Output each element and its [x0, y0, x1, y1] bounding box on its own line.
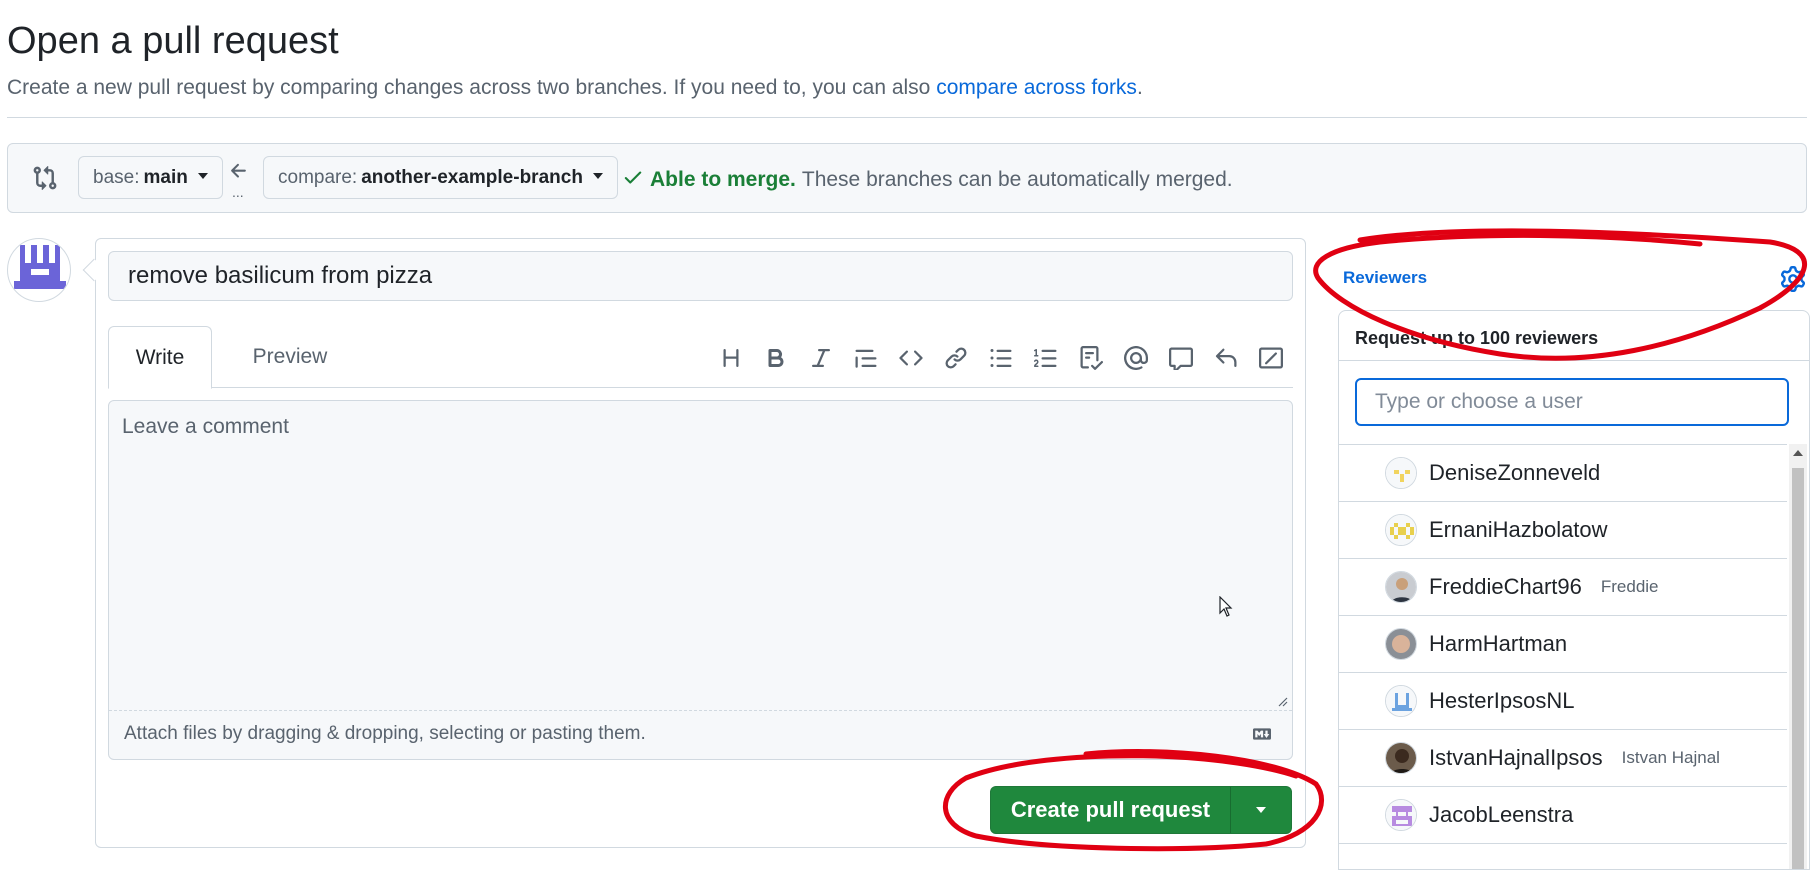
reviewer-login: IstvanHajnalIpsos	[1429, 745, 1603, 770]
heading-icon[interactable]	[708, 340, 753, 376]
reviewer-login: ErnaniHazbolatow	[1429, 517, 1608, 542]
gear-icon[interactable]	[1780, 266, 1806, 297]
merge-text: These branches can be automatically merg…	[801, 168, 1233, 191]
list-item[interactable]: FreddieChart96 Freddie	[1339, 559, 1787, 616]
avatar	[1385, 799, 1417, 831]
avatar	[1385, 742, 1417, 774]
reviewer-list-scrollbar[interactable]	[1789, 444, 1807, 869]
list-item[interactable]: HesterIpsosNL	[1339, 673, 1787, 730]
reviewer-login: DeniseZonneveld	[1429, 460, 1601, 485]
base-branch-select[interactable]: base: main	[78, 156, 223, 199]
base-value: main	[143, 166, 188, 188]
avatar	[1385, 628, 1417, 660]
list-item[interactable]: ErnaniHazbolatow	[1339, 502, 1787, 559]
reviewer-full-name: Freddie	[1600, 577, 1659, 596]
list-item[interactable]: IstvanHajnalIpsos Istvan Hajnal	[1339, 730, 1787, 787]
list-item[interactable]: DeniseZonneveld	[1339, 445, 1787, 502]
reviewer-full-name: Istvan Hajnal	[1621, 748, 1720, 767]
avatar	[1385, 514, 1417, 546]
divider	[7, 117, 1807, 118]
compare-branch-select[interactable]: compare: another-example-branch	[263, 156, 618, 199]
chevron-down-icon	[592, 172, 603, 179]
comment-box: Attach files by dragging & dropping, sel…	[108, 400, 1293, 760]
bold-icon[interactable]	[753, 340, 798, 376]
reference-icon[interactable]	[1158, 340, 1203, 376]
arrow-left-icon	[228, 160, 250, 187]
mouse-cursor-icon	[1219, 595, 1233, 623]
reviewer-search-input[interactable]	[1355, 378, 1789, 426]
reviewer-login: FreddieChart96	[1429, 574, 1582, 599]
editor-tabs: Write Preview	[108, 326, 1293, 389]
page-title: Open a pull request	[7, 20, 339, 62]
merge-ok-text: Able to merge.	[650, 168, 796, 191]
code-icon[interactable]	[888, 340, 933, 376]
reply-icon[interactable]	[1203, 340, 1248, 376]
pr-title-input[interactable]	[108, 251, 1293, 301]
tab-write[interactable]: Write	[108, 326, 212, 389]
compare-bar: base: main ... compare: another-example-…	[7, 143, 1807, 213]
reviewers-panel-header: Request up to 100 reviewers	[1339, 311, 1809, 361]
comment-textarea[interactable]	[109, 401, 1292, 711]
slash-command-icon[interactable]	[1248, 340, 1293, 376]
subtitle-suffix: .	[1136, 76, 1143, 99]
compare-value: another-example-branch	[361, 166, 583, 188]
scroll-up-icon[interactable]	[1793, 450, 1803, 456]
avatar	[1385, 571, 1417, 603]
avatar	[1385, 685, 1417, 717]
chevron-down-icon	[1256, 807, 1266, 813]
reviewers-heading[interactable]: Reviewers	[1343, 268, 1427, 288]
base-label: base:	[93, 166, 140, 188]
page-subtitle: Create a new pull request by comparing c…	[7, 76, 1143, 100]
reviewer-login: HarmHartman	[1429, 631, 1568, 656]
create-pull-request-button[interactable]: Create pull request	[990, 786, 1292, 834]
list-item[interactable]: HarmHartman	[1339, 616, 1787, 673]
reviewer-login: JacobLeenstra	[1429, 802, 1574, 827]
reviewer-list: DeniseZonneveld ErnaniHazbolatow Freddie…	[1339, 444, 1787, 844]
create-options-dropdown[interactable]	[1231, 787, 1291, 833]
check-icon	[622, 166, 644, 194]
git-compare-icon	[32, 164, 58, 197]
task-list-icon[interactable]	[1068, 340, 1113, 376]
reviewers-panel: Request up to 100 reviewers DeniseZonnev…	[1338, 310, 1810, 870]
reviewer-login: HesterIpsosNL	[1429, 688, 1575, 713]
list-item[interactable]: JacobLeenstra	[1339, 787, 1787, 844]
unordered-list-icon[interactable]	[978, 340, 1023, 376]
avatar[interactable]	[7, 238, 71, 302]
avatar	[1385, 457, 1417, 489]
markdown-icon	[1248, 725, 1276, 749]
create-pull-request-label[interactable]: Create pull request	[991, 787, 1231, 833]
arrow-dots: ...	[232, 184, 244, 200]
compare-label: compare:	[278, 166, 358, 188]
compare-across-forks-link[interactable]: compare across forks	[936, 76, 1137, 99]
quote-icon[interactable]	[843, 340, 888, 376]
italic-icon[interactable]	[798, 340, 843, 376]
merge-status: Able to merge. These branches can be aut…	[622, 166, 1233, 194]
link-icon[interactable]	[933, 340, 978, 376]
markdown-toolbar	[708, 340, 1293, 376]
mention-icon[interactable]	[1113, 340, 1158, 376]
ordered-list-icon[interactable]	[1023, 340, 1068, 376]
chevron-down-icon	[197, 172, 208, 179]
attach-files-text: Attach files by dragging & dropping, sel…	[124, 723, 646, 744]
attach-files-bar[interactable]: Attach files by dragging & dropping, sel…	[109, 710, 1292, 759]
tab-preview[interactable]: Preview	[228, 326, 352, 388]
scrollbar-thumb[interactable]	[1792, 468, 1804, 869]
subtitle-text: Create a new pull request by comparing c…	[7, 76, 937, 99]
